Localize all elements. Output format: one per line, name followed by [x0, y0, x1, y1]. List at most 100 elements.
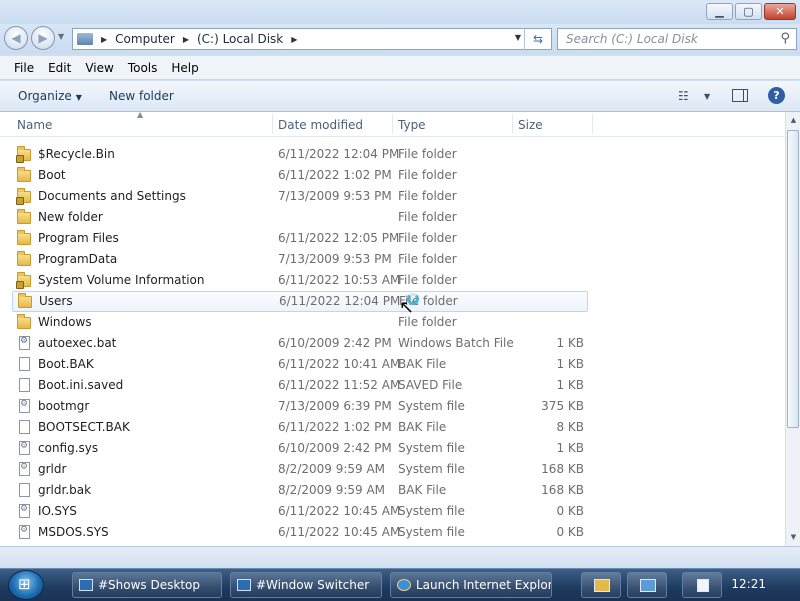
folder-icon [17, 209, 33, 224]
taskbar-item-internet-explorer[interactable]: Launch Internet Explore... [390, 572, 552, 598]
scroll-thumb[interactable] [787, 130, 799, 428]
column-divider[interactable] [392, 114, 393, 134]
file-name: $Recycle.Bin [38, 147, 115, 161]
organize-button[interactable]: Organize ▼ [18, 89, 82, 103]
taskbar-item-label: Launch Internet Explore... [416, 578, 552, 592]
back-button[interactable]: ◀ [4, 26, 28, 50]
breadcrumb-computer[interactable]: Computer [115, 32, 175, 46]
file-date-modified: 6/11/2022 12:05 PM [278, 231, 400, 245]
table-row[interactable]: bootmgr 7/13/2009 6:39 PM System file 375 K… [0, 396, 785, 417]
clock[interactable]: 12:21 [731, 577, 766, 591]
table-row[interactable]: ProgramData 7/13/2009 9:53 PM File folder [0, 249, 785, 270]
file-icon [17, 357, 33, 371]
table-row[interactable]: autoexec.bat 6/10/2009 2:42 PM Windows Bat… [0, 333, 785, 354]
refresh-icon[interactable]: ⇆ [524, 29, 551, 49]
window-controls: ▁ ▢ ✕ [706, 3, 796, 20]
table-row[interactable]: grldr 8/2/2009 9:59 AM System file 168 KB [0, 459, 785, 480]
column-header-date[interactable]: Date modified [278, 118, 363, 132]
table-row[interactable]: New folder File folder [0, 207, 785, 228]
preview-pane-icon[interactable] [732, 89, 748, 102]
menu-help[interactable]: Help [171, 61, 198, 75]
folder-icon [17, 251, 33, 266]
column-headers: ▲ Name Date modified Type Size [0, 112, 785, 137]
table-row[interactable]: $Recycle.Bin 6/11/2022 12:04 PM File folde… [0, 144, 785, 165]
table-row[interactable]: System Volume Information 6/11/2022 10:53… [0, 270, 785, 291]
taskbar-explorer-button[interactable] [581, 572, 621, 598]
file-name: Boot.BAK [38, 357, 94, 371]
window-switcher-icon [237, 579, 251, 591]
table-row[interactable]: Boot.ini.saved 6/11/2022 11:52 AM SAVED Fi… [0, 375, 785, 396]
internet-explorer-icon [397, 579, 411, 591]
view-dropdown-icon[interactable]: ▼ [704, 92, 710, 101]
table-row[interactable]: grldr.bak 8/2/2009 9:59 AM BAK File 168 KB [0, 480, 785, 501]
file-size: 1 KB [556, 336, 584, 350]
file-glyph [19, 399, 30, 413]
taskbar: #Shows Desktop #Window Switcher Launch I… [0, 568, 800, 601]
file-name: Program Files [38, 231, 119, 245]
table-row[interactable]: Documents and Settings 7/13/2009 9:53 PM F… [0, 186, 785, 207]
search-icon[interactable]: ⚲ [780, 29, 790, 49]
breadcrumb-separator-icon[interactable]: ▶ [101, 35, 107, 44]
forward-arrow-icon: ▶ [38, 31, 48, 45]
view-options-icon[interactable]: ☷ [678, 89, 689, 103]
folder-glyph [16, 188, 31, 205]
desktop-icon [79, 579, 93, 591]
table-row[interactable]: MSDOS.SYS 6/11/2022 10:45 AMSystem file 0 … [0, 522, 785, 543]
column-header-name[interactable]: Name [17, 118, 52, 132]
table-row[interactable]: Program Files 6/11/2022 12:05 PM File fold… [0, 228, 785, 249]
file-name: Boot [38, 168, 66, 182]
column-divider[interactable] [592, 114, 593, 134]
table-row[interactable]: config.sys 6/10/2009 2:42 PM System file 1 … [0, 438, 785, 459]
menu-tools[interactable]: Tools [128, 61, 158, 75]
column-divider[interactable] [512, 114, 513, 134]
folder-icon [17, 230, 33, 245]
taskbar-item-shows-desktop[interactable]: #Shows Desktop [72, 572, 222, 598]
forward-button[interactable]: ▶ [31, 26, 55, 50]
taskbar-item-label: #Shows Desktop [98, 578, 200, 592]
sort-ascending-icon: ▲ [137, 112, 144, 119]
breadcrumb-separator-icon[interactable]: ▶ [291, 35, 297, 44]
window-title-bar[interactable]: ▁ ▢ ✕ [0, 0, 800, 24]
table-row[interactable]: Boot.BAK 6/11/2022 10:41 AM BAK File 1 KB [0, 354, 785, 375]
file-icon [17, 420, 33, 434]
menu-edit[interactable]: Edit [48, 61, 71, 75]
vertical-scrollbar[interactable]: ▲ ▼ [785, 112, 800, 546]
maximize-button[interactable]: ▢ [735, 3, 762, 20]
search-input[interactable]: Search (C:) Local Disk ⚲ [557, 28, 797, 50]
file-glyph [19, 504, 30, 518]
locked-folder-icon [16, 188, 33, 205]
menu-view[interactable]: View [85, 61, 113, 75]
file-glyph [19, 336, 30, 350]
new-folder-button[interactable]: New folder [109, 89, 174, 103]
file-date-modified: 7/13/2009 9:53 PM [278, 189, 392, 203]
menu-file[interactable]: File [14, 61, 34, 75]
file-glyph [19, 525, 30, 539]
address-bar[interactable]: ▶ Computer ▶ (C:) Local Disk ▶ ▼ ⇆ [72, 28, 552, 50]
help-icon[interactable]: ? [768, 87, 785, 104]
scroll-up-icon[interactable]: ▲ [787, 113, 800, 128]
table-row[interactable]: IO.SYS 6/11/2022 10:45 AMSystem file 0 KB [0, 501, 785, 522]
menu-bar: File Edit View Tools Help [0, 56, 800, 80]
table-row[interactable]: Boot 6/11/2022 1:02 PM File folder [0, 165, 785, 186]
minimize-button[interactable]: ▁ [706, 3, 733, 20]
table-row[interactable]: Windows File folder [0, 312, 785, 333]
breadcrumb-local-disk[interactable]: (C:) Local Disk [197, 32, 283, 46]
locked-folder-icon [16, 146, 33, 163]
recent-pages-dropdown[interactable]: ▼ [58, 32, 64, 41]
taskbar-item-window-switcher[interactable]: #Window Switcher [230, 572, 382, 598]
taskbar-document-button[interactable] [682, 572, 722, 598]
taskbar-app-button[interactable] [627, 572, 667, 598]
file-date-modified: 6/11/2022 12:04 PM [279, 294, 401, 308]
scroll-down-icon[interactable]: ▼ [787, 530, 800, 545]
start-button[interactable] [8, 570, 44, 600]
column-header-size[interactable]: Size [518, 118, 543, 132]
address-dropdown-icon[interactable]: ▼ [515, 33, 521, 42]
table-row[interactable]: Users 6/11/2022 12:04 PM File folder [12, 291, 588, 312]
table-row[interactable]: BOOTSECT.BAK 6/11/2022 1:02 PM BAK File 8 K… [0, 417, 785, 438]
breadcrumb-separator-icon[interactable]: ▶ [183, 35, 189, 44]
folder-glyph [17, 251, 31, 266]
column-divider[interactable] [272, 114, 273, 134]
file-size: 0 KB [556, 525, 584, 539]
column-header-type[interactable]: Type [398, 118, 426, 132]
close-button[interactable]: ✕ [764, 3, 796, 20]
